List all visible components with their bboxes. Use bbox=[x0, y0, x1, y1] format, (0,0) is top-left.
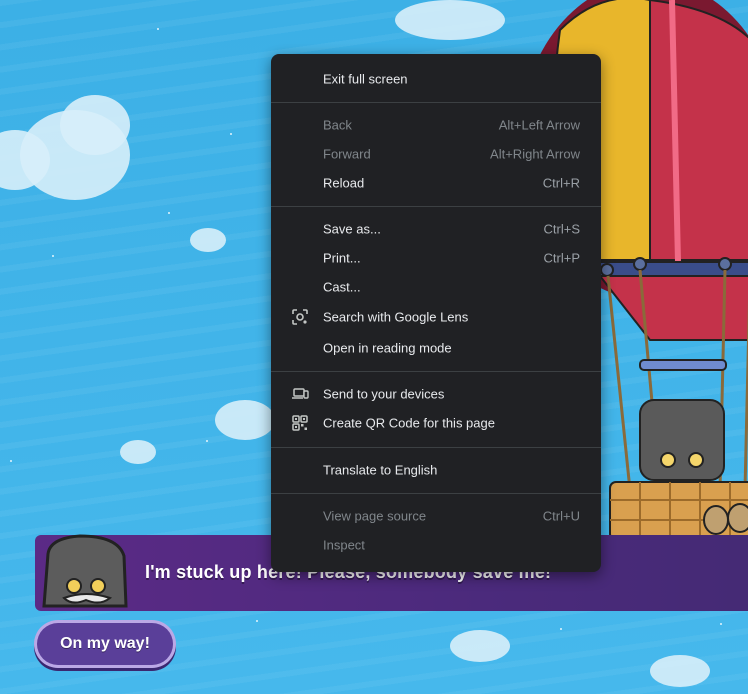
sparkle bbox=[560, 628, 562, 630]
menu-item-shortcut: Ctrl+P bbox=[543, 250, 580, 266]
menu-item-view-page-source[interactable]: View page source Ctrl+U bbox=[271, 503, 601, 529]
menu-item-back[interactable]: Back Alt+Left Arrow bbox=[271, 112, 601, 138]
menu-item-label: Open in reading mode bbox=[323, 340, 452, 356]
menu-item-label: Search with Google Lens bbox=[323, 309, 469, 325]
menu-item-shortcut: Alt+Left Arrow bbox=[498, 117, 580, 133]
sparkle bbox=[720, 623, 722, 625]
menu-item-label: Forward bbox=[323, 146, 371, 162]
menu-item-reload[interactable]: Reload Ctrl+R bbox=[271, 170, 601, 196]
on-my-way-button[interactable]: On my way! bbox=[37, 623, 173, 665]
menu-item-shortcut: Ctrl+R bbox=[542, 175, 580, 191]
menu-item-label: Translate to English bbox=[323, 462, 438, 478]
menu-item-label: Create QR Code for this page bbox=[323, 415, 495, 431]
menu-separator bbox=[271, 493, 601, 494]
sparkle bbox=[168, 212, 170, 214]
menu-item-label: Send to your devices bbox=[323, 386, 445, 402]
menu-item-label: View page source bbox=[323, 508, 427, 524]
menu-item-shortcut: Ctrl+U bbox=[542, 508, 580, 524]
devices-icon bbox=[291, 385, 309, 403]
menu-item-print[interactable]: Print... Ctrl+P bbox=[271, 245, 601, 271]
menu-item-cast[interactable]: Cast... bbox=[271, 274, 601, 300]
google-lens-icon bbox=[291, 308, 309, 326]
menu-item-label: Reload bbox=[323, 175, 365, 191]
cloud bbox=[215, 400, 275, 440]
sparkle bbox=[230, 133, 232, 135]
menu-item-search-with-google-lens[interactable]: Search with Google Lens bbox=[271, 304, 601, 330]
sparkle bbox=[206, 440, 208, 442]
menu-separator bbox=[271, 102, 601, 103]
menu-item-translate-to-english[interactable]: Translate to English bbox=[271, 457, 601, 483]
menu-item-inspect[interactable]: Inspect bbox=[271, 532, 601, 558]
cloud bbox=[395, 0, 505, 40]
cloud bbox=[120, 440, 156, 464]
menu-separator bbox=[271, 447, 601, 448]
cloud bbox=[450, 630, 510, 662]
menu-item-label: Save as... bbox=[323, 221, 381, 237]
cloud bbox=[650, 655, 710, 687]
menu-item-shortcut: Alt+Right Arrow bbox=[490, 146, 580, 162]
cloud bbox=[60, 95, 130, 155]
menu-item-send-to-your-devices[interactable]: Send to your devices bbox=[271, 381, 601, 407]
menu-separator bbox=[271, 206, 601, 207]
sparkle bbox=[157, 28, 159, 30]
menu-separator bbox=[271, 371, 601, 372]
context-menu: Exit full screen Back Alt+Left Arrow For… bbox=[271, 54, 601, 572]
sparkle bbox=[10, 460, 12, 462]
menu-item-forward[interactable]: Forward Alt+Right Arrow bbox=[271, 141, 601, 167]
menu-item-label: Back bbox=[323, 117, 352, 133]
menu-item-create-qr-code[interactable]: Create QR Code for this page bbox=[271, 410, 601, 436]
menu-item-label: Cast... bbox=[323, 279, 361, 295]
menu-item-shortcut: Ctrl+S bbox=[543, 221, 580, 237]
rock-character-avatar bbox=[40, 534, 130, 610]
cloud bbox=[190, 228, 226, 252]
sparkle bbox=[256, 620, 258, 622]
menu-item-label: Exit full screen bbox=[323, 71, 408, 87]
qr-code-icon bbox=[291, 414, 309, 432]
menu-item-open-in-reading-mode[interactable]: Open in reading mode bbox=[271, 335, 601, 361]
sparkle bbox=[52, 255, 54, 257]
menu-item-exit-full-screen[interactable]: Exit full screen bbox=[271, 66, 601, 92]
menu-item-save-as[interactable]: Save as... Ctrl+S bbox=[271, 216, 601, 242]
menu-item-label: Inspect bbox=[323, 537, 365, 553]
menu-item-label: Print... bbox=[323, 250, 361, 266]
